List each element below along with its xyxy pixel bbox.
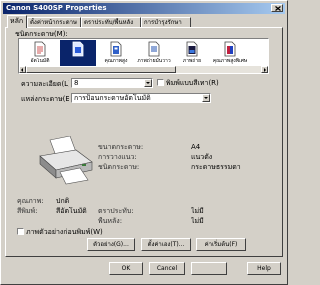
super-high-quality-paper-icon	[224, 41, 236, 57]
tab-maintenance[interactable]: การบำรุงรักษา	[141, 17, 191, 27]
apply-button[interactable]	[191, 262, 227, 275]
media-item-glossy[interactable]: ภาพถ่ายมันวาว	[136, 40, 172, 66]
media-type-label: ชนิดกระดาษ(M):	[15, 30, 68, 38]
media-item-high-resolution[interactable]: คุณภาพสูง	[98, 40, 134, 66]
glossy-paper-icon	[148, 41, 160, 57]
media-item-super-high-quality[interactable]: คุณภาพสูงพิเศษ	[212, 40, 248, 66]
media-item-selected[interactable]	[60, 40, 96, 66]
close-icon	[275, 6, 281, 11]
summary-stamp-label: ตราประทับ:	[98, 207, 134, 215]
chevron-down-icon	[146, 82, 150, 84]
media-item-label: ภาพถ่าย	[182, 58, 202, 64]
summary-media-type-label: ชนิดกระดาษ:	[98, 163, 140, 171]
grayscale-label[interactable]: พิมพ์แบบสีเทา(R)	[166, 79, 236, 87]
photo-paper-icon	[72, 41, 84, 57]
media-item-photo[interactable]: ภาพถ่าย	[174, 40, 210, 66]
printer-properties-dialog: Canon S400SP Properties หลัก ตั้งค่าหน้า…	[0, 0, 288, 285]
media-item-label: ภาพถ่ายมันวาว	[137, 58, 171, 64]
tab-stamp-background[interactable]: ตราประทับ/พื้นหลัง	[81, 17, 141, 27]
plain-paper-icon	[34, 41, 46, 57]
summary-background-value: ไม่มี	[191, 217, 204, 225]
summary-orientation-value: แนวตั้ง	[191, 153, 213, 161]
arrow-right-icon	[264, 68, 266, 72]
paper-source-label: แหล่งกระดาษ(E):	[21, 95, 69, 103]
scroll-left-button[interactable]	[19, 66, 26, 73]
main-tab-panel: ชนิดกระดาษ(M): อัตโนมัติ คุณภาพสูง ภาพถ่…	[5, 27, 283, 257]
arrow-left-icon	[21, 68, 23, 72]
close-button[interactable]	[271, 4, 283, 12]
help-button[interactable]: Help	[247, 262, 281, 275]
media-item-label: อัตโนมัติ	[30, 58, 50, 64]
window-title: Canon S400SP Properties	[6, 4, 107, 12]
summary-stamp-value: ไม่มี	[191, 207, 204, 215]
grayscale-checkbox[interactable]	[157, 79, 164, 86]
summary-background-label: พื้นหลัง:	[98, 217, 123, 225]
media-item-label: คุณภาพสูงพิเศษ	[212, 58, 248, 64]
ok-button[interactable]: OK	[109, 262, 143, 275]
print-quality-value: 8	[74, 79, 79, 87]
media-item-auto[interactable]: อัตโนมัติ	[22, 40, 58, 66]
photo-card-icon	[186, 41, 198, 57]
summary-paper-size-value: A4	[191, 143, 201, 151]
print-quality-label: ความละเอียด(L):	[21, 80, 69, 88]
summary-color-value: สีอัตโนมัติ	[56, 207, 87, 215]
tab-page-setup[interactable]: ตั้งค่าหน้ากระดาษ	[27, 17, 81, 27]
paper-source-select[interactable]: การป้อนกระดาษอัตโนมัติ	[71, 93, 211, 103]
defaults-button[interactable]: ค่าเริ่มต้น(F)	[196, 238, 246, 251]
media-type-list[interactable]: อัตโนมัติ คุณภาพสูง ภาพถ่ายมันวาว ภาพถ่า…	[18, 38, 269, 74]
preview-before-print-checkbox[interactable]	[17, 228, 24, 235]
tab-main[interactable]: หลัก	[7, 15, 27, 28]
dropdown-button[interactable]	[202, 94, 210, 102]
summary-orientation-label: การวางแนว:	[98, 153, 137, 161]
printer-illustration	[39, 136, 93, 185]
title-bar[interactable]: Canon S400SP Properties	[3, 3, 285, 14]
horizontal-scrollbar[interactable]	[19, 66, 268, 73]
media-item-label: คุณภาพสูง	[104, 58, 128, 64]
summary-color-label: สีพิมพ์:	[17, 207, 38, 215]
preview-before-print-label[interactable]: ภาพตัวอย่างก่อนพิมพ์(W)	[26, 228, 126, 236]
custom-settings-button[interactable]: ตั้งค่าเอง(T)...	[141, 238, 191, 251]
summary-paper-size-label: ขนาดกระดาษ:	[98, 143, 144, 151]
dropdown-button[interactable]	[144, 79, 152, 87]
scroll-right-button[interactable]	[261, 66, 268, 73]
scrollbar-thumb[interactable]	[26, 66, 176, 73]
cancel-button[interactable]: Cancel	[149, 262, 185, 275]
summary-media-type-value: กระดาษธรรมดา	[191, 163, 241, 171]
print-quality-select[interactable]: 8	[71, 78, 153, 88]
chevron-down-icon	[204, 97, 208, 99]
high-resolution-paper-icon	[110, 41, 122, 57]
summary-quality-value: ปกติ	[56, 197, 70, 205]
paper-source-value: การป้อนกระดาษอัตโนมัติ	[74, 94, 151, 102]
print-preview-button[interactable]: ตัวอย่าง(G)...	[87, 238, 135, 251]
summary-quality-label: คุณภาพ:	[17, 197, 44, 205]
